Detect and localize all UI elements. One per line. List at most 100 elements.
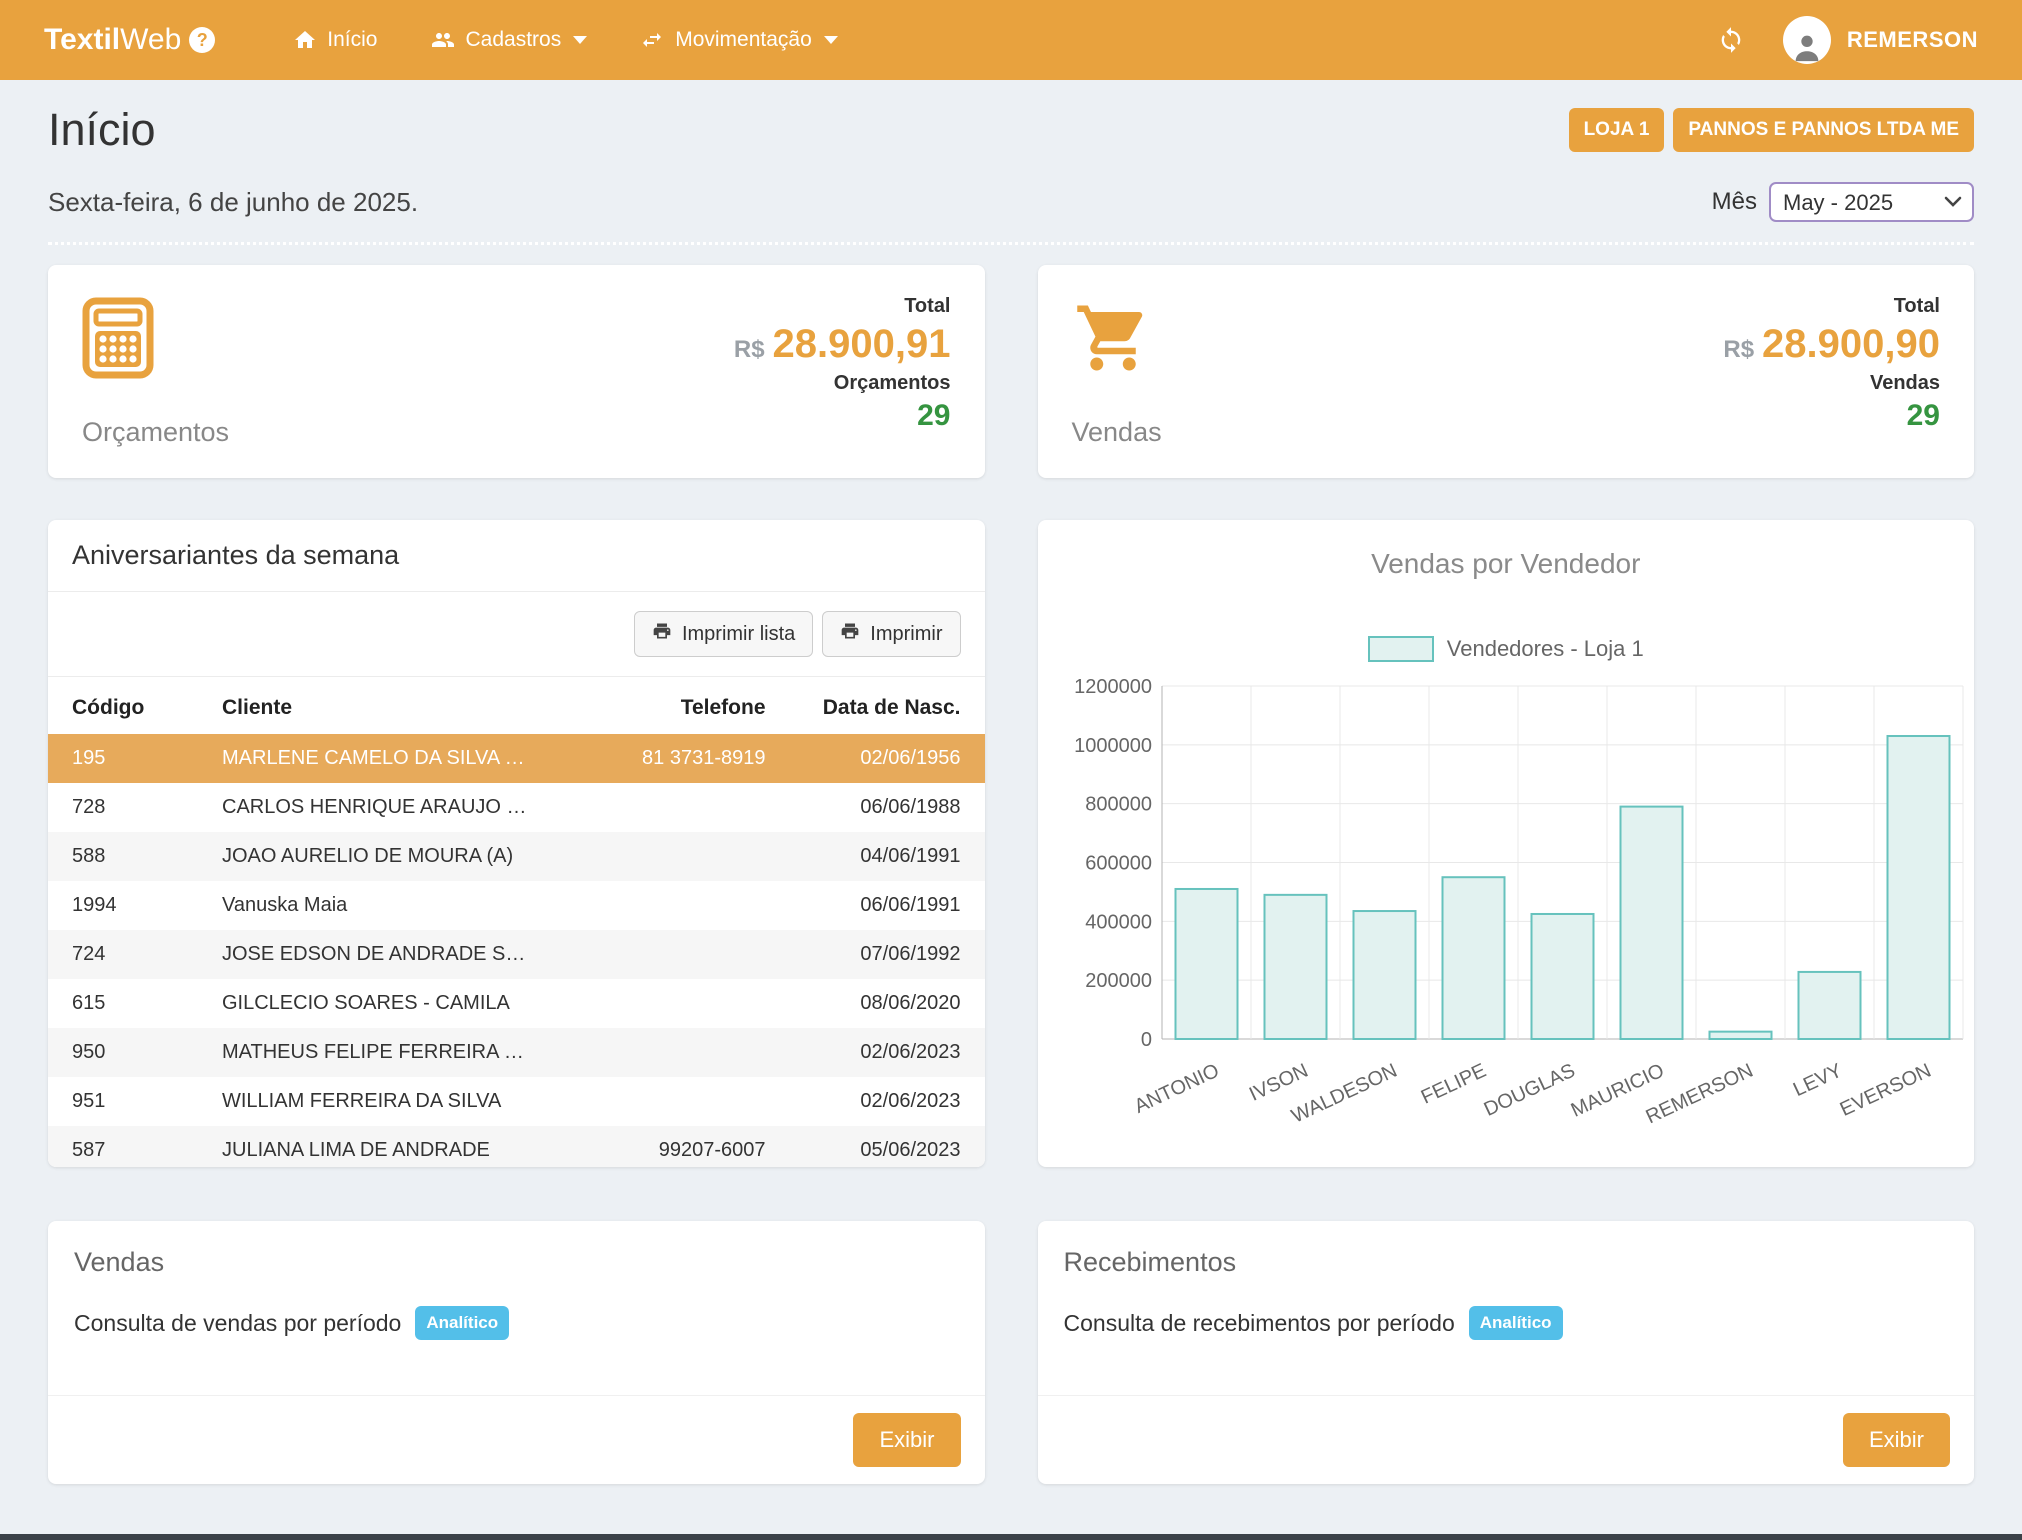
col-data-nasc: Data de Nasc. [790,677,985,734]
svg-text:400000: 400000 [1085,911,1152,933]
print-list-label: Imprimir lista [682,623,795,646]
print-label: Imprimir [870,623,942,646]
table-row[interactable]: 950MATHEUS FELIPE FERREIRA … 02/06/2023 [48,1028,985,1077]
table-row[interactable]: 1994Vanuska Maia06/06/1991 [48,881,985,930]
table-cell: 07/06/1992 [790,930,985,979]
total-value: R$28.900,90 [1723,322,1940,366]
nav-item-label: Cadastros [466,28,562,52]
currency: R$ [1723,336,1754,363]
col-telefone: Telefone [585,677,790,734]
sync-icon[interactable] [1717,26,1745,54]
nav-item-cadastros[interactable]: Cadastros [430,28,588,52]
help-icon[interactable]: ? [189,27,215,53]
table-row[interactable]: 728CARLOS HENRIQUE ARAUJO …06/06/1988 [48,783,985,832]
birthdays-title: Aniversariantes da semana [48,520,985,592]
table-cell: 02/06/1956 [790,734,985,783]
table-cell: 04/06/1991 [790,832,985,881]
svg-text:LEVY: LEVY [1789,1060,1845,1102]
mid-panels: Aniversariantes da semana Imprimir lista… [48,520,1974,1167]
legend-label: Vendedores - Loja 1 [1447,636,1644,662]
chart-legend[interactable]: Vendedores - Loja 1 [1038,636,1975,662]
table-cell: 950 [48,1028,198,1077]
svg-text:DOUGLAS: DOUGLAS [1480,1060,1578,1121]
table-row[interactable]: 587JULIANA LIMA DE ANDRADE99207-600705/0… [48,1126,985,1167]
table-row[interactable]: 724JOSE EDSON DE ANDRADE S… 07/06/1992 [48,930,985,979]
nav-right: REMERSON [1717,16,1978,64]
exibir-recebimentos-button[interactable]: Exibir [1843,1413,1950,1467]
vendas-report-card: Vendas Consulta de vendas por período An… [48,1221,985,1484]
brand-light: Web [120,23,181,57]
table-row[interactable]: 588JOAO AURELIO DE MOURA (A)04/06/1991 [48,832,985,881]
table-cell [585,979,790,1028]
table-cell [585,930,790,979]
dotted-separator [48,242,1974,245]
page-title: Início [48,104,156,156]
exibir-vendas-button[interactable]: Exibir [853,1413,960,1467]
table-cell: 728 [48,783,198,832]
birthdays-panel: Aniversariantes da semana Imprimir lista… [48,520,985,1167]
swap-arrows-icon [639,28,665,52]
page: TextilWeb ? Início Cadastros Movimentaçã… [0,0,2022,1540]
svg-text:0: 0 [1140,1029,1151,1051]
chart-panel: Vendas por Vendedor Vendedores - Loja 1 … [1038,520,1975,1167]
legend-swatch [1368,636,1434,662]
store-badge-loja[interactable]: LOJA 1 [1569,108,1665,152]
month-select[interactable]: May - 2025 [1769,182,1974,222]
table-cell: 724 [48,930,198,979]
table-cell: 615 [48,979,198,1028]
svg-text:1000000: 1000000 [1074,735,1152,757]
bar-chart: 020000040000060000080000010000001200000A… [1038,672,1975,1157]
store-badge-company[interactable]: PANNOS E PANNOS LTDA ME [1673,108,1974,152]
main-content: Início LOJA 1 PANNOS E PANNOS LTDA ME Se… [0,104,2022,1484]
nav-item-movimentacao[interactable]: Movimentação [639,28,838,52]
brand-logo[interactable]: TextilWeb ? [44,23,215,57]
printer-icon [652,621,672,647]
table-cell: 195 [48,734,198,783]
avatar [1783,16,1831,64]
nav-item-inicio[interactable]: Início [293,28,377,52]
svg-text:EVERSON: EVERSON [1836,1060,1934,1121]
month-picker: Mês May - 2025 [1712,182,1974,222]
table-row[interactable]: 195MARLENE CAMELO DA SILVA …81 3731-8919… [48,734,985,783]
table-row[interactable]: 951WILLIAM FERREIRA DA SILVA02/06/2023 [48,1077,985,1126]
table-cell: 08/06/2020 [790,979,985,1028]
user-menu[interactable]: REMERSON [1783,16,1978,64]
recebimentos-report-card: Recebimentos Consulta de recebimentos po… [1038,1221,1975,1484]
caret-down-icon [573,36,587,44]
brand-bold: Textil [44,23,120,57]
table-cell: MARLENE CAMELO DA SILVA … [198,734,585,783]
count-value: 29 [1723,399,1940,433]
table-cell: GILCLECIO SOARES - CAMILA [198,979,585,1028]
table-cell: 02/06/2023 [790,1028,985,1077]
cart-icon [1072,295,1162,381]
table-row[interactable]: 615GILCLECIO SOARES - CAMILA 08/06/2020 [48,979,985,1028]
table-cell: 99207-6007 [585,1126,790,1167]
count-label: Orçamentos [734,372,951,395]
report-title: Recebimentos [1038,1221,1975,1278]
svg-text:200000: 200000 [1085,970,1152,992]
calculator-icon [82,295,229,381]
summary-cards: Orçamentos Total R$28.900,91 Orçamentos … [48,265,1974,478]
table-cell: 81 3731-8919 [585,734,790,783]
table-cell: 588 [48,832,198,881]
current-date: Sexta-feira, 6 de junho de 2025. [48,187,418,218]
orcamentos-card: Orçamentos Total R$28.900,91 Orçamentos … [48,265,985,478]
printer-icon [840,621,860,647]
print-button[interactable]: Imprimir [822,611,960,657]
users-icon [430,28,456,52]
caret-down-icon [824,36,838,44]
report-text: Consulta de recebimentos por período [1064,1310,1455,1337]
total-value: R$28.900,91 [734,322,951,366]
home-icon [293,28,317,52]
print-list-button[interactable]: Imprimir lista [634,611,813,657]
vendas-card: Vendas Total R$28.900,90 Vendas 29 [1038,265,1975,478]
birthdays-toolbar: Imprimir lista Imprimir [48,592,985,677]
col-codigo: Código [48,677,198,734]
table-cell: 05/06/2023 [790,1126,985,1167]
nav-links: Início Cadastros Movimentação [293,28,837,52]
table-cell: 06/06/1991 [790,881,985,930]
table-header-row: Código Cliente Telefone Data de Nasc. [48,677,985,734]
table-cell: JOSE EDSON DE ANDRADE S… [198,930,585,979]
table-cell: MATHEUS FELIPE FERREIRA … [198,1028,585,1077]
svg-text:FELIPE: FELIPE [1417,1060,1489,1109]
